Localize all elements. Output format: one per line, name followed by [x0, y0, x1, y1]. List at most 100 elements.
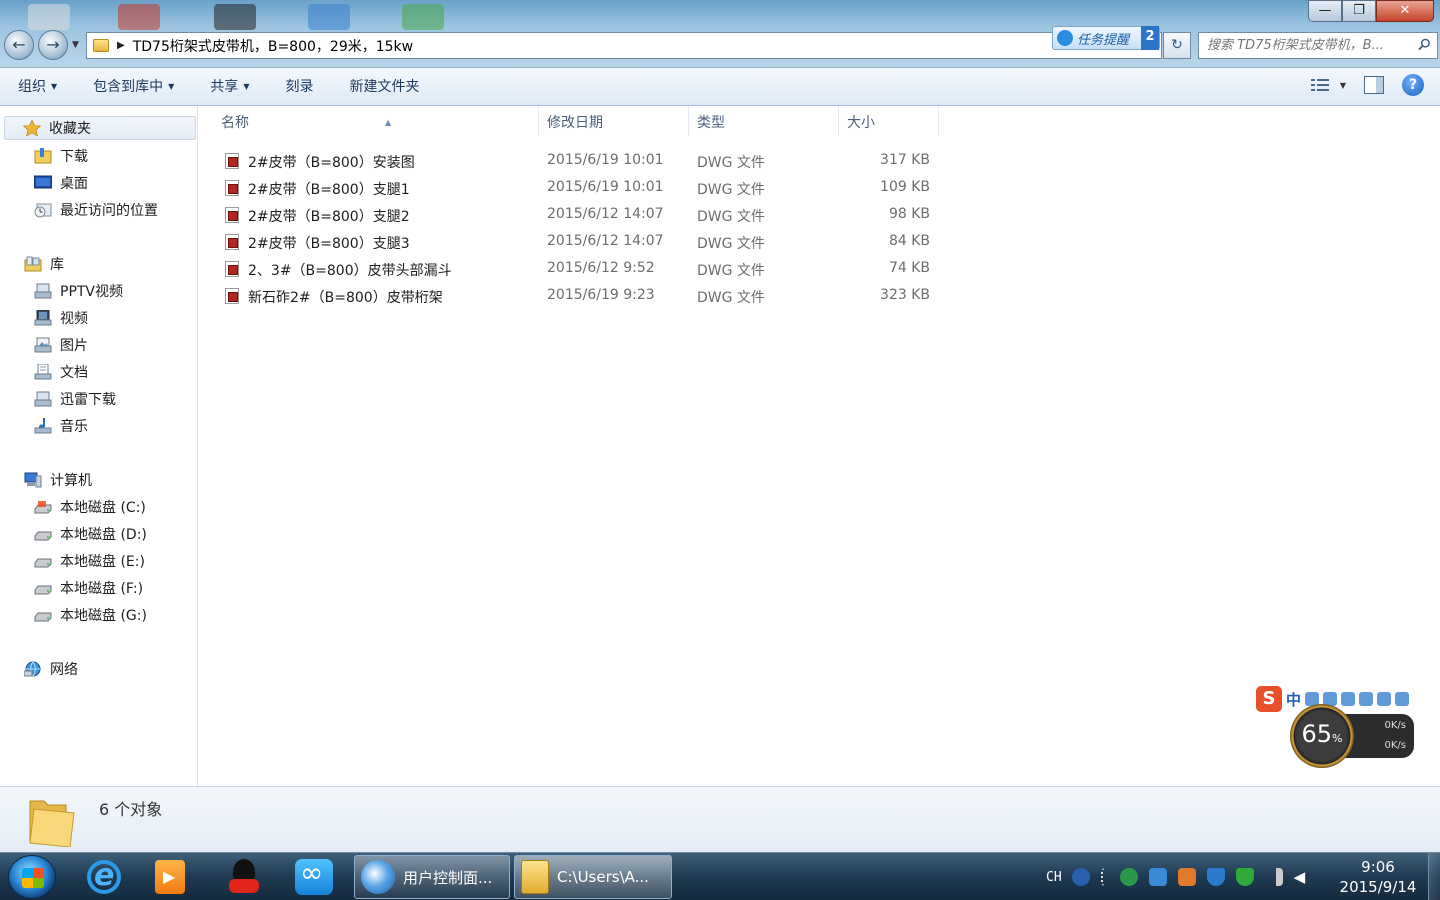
start-button[interactable] [8, 855, 56, 899]
taskbar-window-explorer[interactable]: C:\Users\A... [514, 855, 672, 899]
column-header-type[interactable]: 类型 [689, 106, 839, 136]
window-titlebar: ← → ▼ ▶ TD75桁架式皮带机，B=800，29米，15kw 任务提醒 2… [0, 0, 1440, 68]
file-row[interactable]: 2#皮带（B=800）安装图 2015/6/19 10:01 DWG 文件 31… [219, 148, 939, 175]
share-menu[interactable]: 共享 ▼ [192, 68, 267, 106]
change-view-button[interactable]: ▼ [1310, 77, 1346, 93]
ime-tray-icon[interactable] [1100, 868, 1109, 886]
folder-icon [29, 800, 75, 847]
column-header-label: 大小 [847, 115, 875, 131]
column-header-date[interactable]: 修改日期 [539, 106, 689, 136]
nav-desktop[interactable]: 桌面 [34, 171, 88, 195]
nav-drive-e[interactable]: 本地磁盘 (E:) [34, 549, 145, 573]
system-drive-icon [34, 501, 52, 514]
signal-icon[interactable] [1264, 868, 1283, 886]
forward-button[interactable]: → [38, 30, 68, 60]
column-header-label: 修改日期 [547, 115, 603, 131]
file-row[interactable]: 2#皮带（B=800）支腿3 2015/6/12 14:07 DWG 文件 84… [219, 229, 939, 256]
file-type: DWG 文件 [697, 263, 765, 279]
nav-network[interactable]: 网络 [24, 657, 78, 681]
hard-drive-icon [34, 612, 52, 622]
file-row[interactable]: 2、3#（B=800）皮带头部漏斗 2015/6/12 9:52 DWG 文件 … [219, 256, 939, 283]
nav-drive-f[interactable]: 本地磁盘 (F:) [34, 576, 143, 600]
task-reminder-button[interactable]: 任务提醒 2 [1052, 26, 1160, 50]
nav-thunder-downloads[interactable]: 迅雷下载 [34, 387, 116, 411]
dropdown-arrow-icon: ▼ [243, 81, 250, 91]
nav-computer[interactable]: 计算机 [24, 468, 92, 492]
network-speed-widget[interactable]: 0K/s 0K/s 65% [1290, 704, 1414, 768]
address-path[interactable]: TD75桁架式皮带机，B=800，29米，15kw [133, 36, 413, 56]
nav-drive-g[interactable]: 本地磁盘 (G:) [34, 603, 147, 627]
input-language-indicator[interactable]: CH [1046, 870, 1062, 885]
minimize-button[interactable]: — [1308, 0, 1342, 22]
refresh-button[interactable]: ↻ [1163, 32, 1191, 59]
sogou-browser-icon [361, 860, 395, 894]
include-in-library-menu[interactable]: 包含到库中 ▼ [75, 68, 192, 106]
column-header-size[interactable]: 大小 [839, 106, 939, 136]
organize-menu[interactable]: 组织 ▼ [0, 68, 75, 106]
nav-label: 网络 [50, 662, 78, 678]
file-name: 2、3#（B=800）皮带头部漏斗 [248, 263, 452, 279]
security-shield-icon[interactable] [1119, 868, 1138, 886]
column-header-name[interactable]: 名称 ▲ [213, 106, 539, 136]
sogou-ime-icon[interactable]: S [1256, 686, 1282, 712]
search-box[interactable] [1198, 32, 1438, 59]
antivirus-shield-icon[interactable] [1206, 868, 1225, 886]
help-tray-icon[interactable] [1071, 868, 1090, 886]
nav-label: PPTV视频 [60, 284, 124, 300]
breadcrumb-chevron-icon[interactable]: ▶ [117, 40, 125, 51]
nav-drive-d[interactable]: 本地磁盘 (D:) [34, 522, 147, 546]
nav-pictures[interactable]: 图片 [34, 333, 88, 357]
pinned-media-player[interactable] [148, 857, 192, 897]
nav-recent-places[interactable]: 最近访问的位置 [34, 198, 158, 222]
nav-label: 本地磁盘 (E:) [60, 554, 145, 570]
search-icon[interactable] [1418, 38, 1431, 51]
hard-drive-icon [34, 531, 52, 541]
network-tray-icon[interactable] [1148, 868, 1167, 886]
search-input[interactable] [1207, 38, 1403, 53]
nav-label: 音乐 [60, 419, 88, 435]
maximize-button[interactable]: ❐ [1342, 0, 1376, 22]
new-folder-button[interactable]: 新建文件夹 [331, 68, 437, 106]
file-row[interactable]: 2#皮带（B=800）支腿1 2015/6/19 10:01 DWG 文件 10… [219, 175, 939, 202]
nav-libraries[interactable]: 库 [24, 252, 64, 276]
dwg-file-icon [225, 261, 239, 277]
volume-icon[interactable]: ◀ [1294, 868, 1312, 886]
nav-pptv-videos[interactable]: PPTV视频 [34, 279, 123, 303]
desktop-icon [28, 4, 70, 30]
help-icon[interactable]: ? [1402, 74, 1424, 96]
close-button[interactable]: ✕ [1376, 0, 1434, 22]
file-row[interactable]: 新石砟2#（B=800）皮带桁架 2015/6/19 9:23 DWG 文件 3… [219, 283, 939, 310]
nav-documents[interactable]: 文档 [34, 360, 88, 384]
music-library-icon [34, 418, 52, 434]
system-clock[interactable]: 9:06 2015/9/14 [1338, 857, 1418, 897]
library-folder-icon [34, 283, 52, 299]
back-button[interactable]: ← [4, 30, 34, 60]
desktop-icon [308, 4, 350, 30]
view-dropdown-icon[interactable]: ▼ [1340, 81, 1346, 90]
pinned-qq[interactable] [222, 857, 266, 897]
nav-label: 本地磁盘 (C:) [60, 500, 146, 516]
address-bar[interactable]: ▶ TD75桁架式皮带机，B=800，29米，15kw [86, 32, 1162, 59]
file-size: 109 KB [880, 179, 930, 195]
task-reminder-label: 任务提醒 [1077, 32, 1130, 48]
file-row[interactable]: 2#皮带（B=800）支腿2 2015/6/12 14:07 DWG 文件 98… [219, 202, 939, 229]
file-type: DWG 文件 [697, 290, 765, 306]
nav-videos[interactable]: 视频 [34, 306, 88, 330]
show-desktop-button[interactable] [1428, 853, 1440, 900]
nav-drive-c[interactable]: 本地磁盘 (C:) [34, 495, 146, 519]
preview-pane-icon[interactable] [1364, 76, 1384, 94]
dwg-file-icon [225, 153, 239, 169]
taskbar-window-control-panel[interactable]: 用户控制面... [354, 855, 510, 899]
nav-label: 迅雷下载 [60, 392, 116, 408]
nav-downloads[interactable]: 下载 [34, 144, 88, 168]
clock-date: 2015/9/14 [1339, 878, 1417, 896]
documents-library-icon [34, 364, 52, 380]
pinned-ie[interactable] [82, 857, 126, 897]
pinned-cloud[interactable] [292, 856, 336, 897]
recent-pages-dropdown[interactable]: ▼ [72, 40, 79, 50]
burn-button[interactable]: 刻录 [267, 68, 331, 106]
safety-guard-icon[interactable] [1235, 868, 1254, 886]
nav-favorites[interactable]: 收藏夹 [4, 116, 196, 140]
app-tray-icon[interactable] [1177, 868, 1196, 886]
nav-music[interactable]: 音乐 [34, 414, 88, 438]
